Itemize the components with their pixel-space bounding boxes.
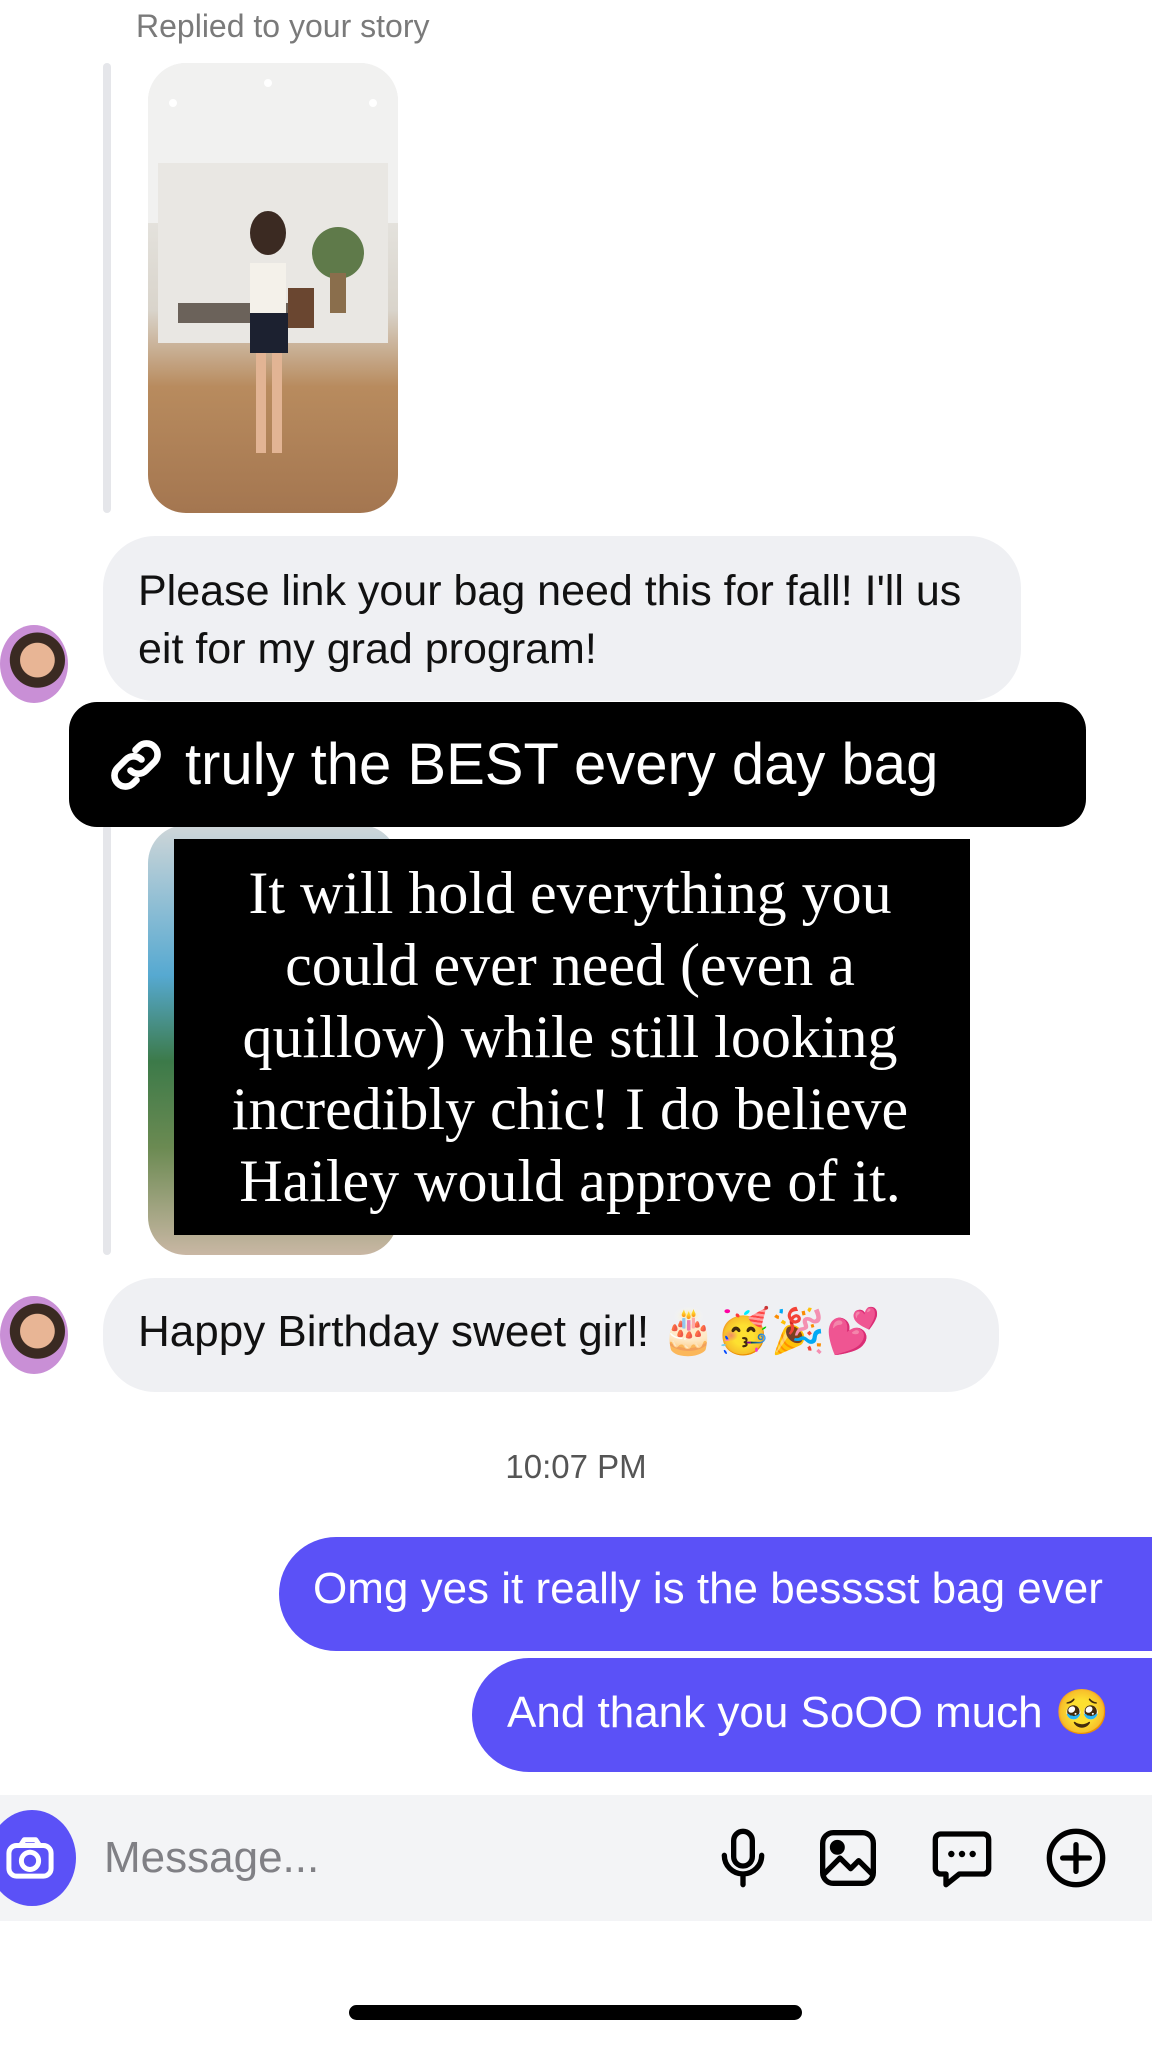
reply-indicator-bar — [103, 825, 111, 1255]
camera-icon — [6, 1837, 54, 1879]
link-icon — [111, 739, 161, 790]
avatar[interactable] — [0, 625, 68, 703]
plus-icon[interactable] — [1044, 1826, 1108, 1890]
microphone-icon[interactable] — [711, 1826, 775, 1890]
replied-to-story-label: Replied to your story — [136, 8, 430, 44]
home-indicator — [349, 2005, 802, 2020]
story-thumbnail[interactable] — [148, 63, 398, 513]
outgoing-message-text: And thank you SoOO much 🥹 — [507, 1688, 1110, 1737]
gallery-icon[interactable] — [816, 1826, 880, 1890]
sticker-chat-icon[interactable] — [930, 1826, 994, 1890]
message-input[interactable] — [104, 1833, 704, 1883]
outgoing-message-text: Omg yes it really is the besssst bag eve… — [313, 1564, 1103, 1613]
link-sticker[interactable]: truly the BEST every day bag — [69, 702, 1086, 827]
incoming-message-text: Happy Birthday sweet girl! 🎂🥳🎉💕 — [138, 1307, 881, 1356]
story-caption-text: It will hold everything you could ever n… — [231, 860, 909, 1214]
reply-indicator-bar — [103, 63, 111, 513]
incoming-message-text: Please link your bag need this for fall!… — [138, 567, 962, 673]
message-timestamp: 10:07 PM — [505, 1448, 647, 1485]
link-sticker-text: truly the BEST every day bag — [185, 732, 939, 797]
avatar[interactable] — [0, 1296, 68, 1374]
